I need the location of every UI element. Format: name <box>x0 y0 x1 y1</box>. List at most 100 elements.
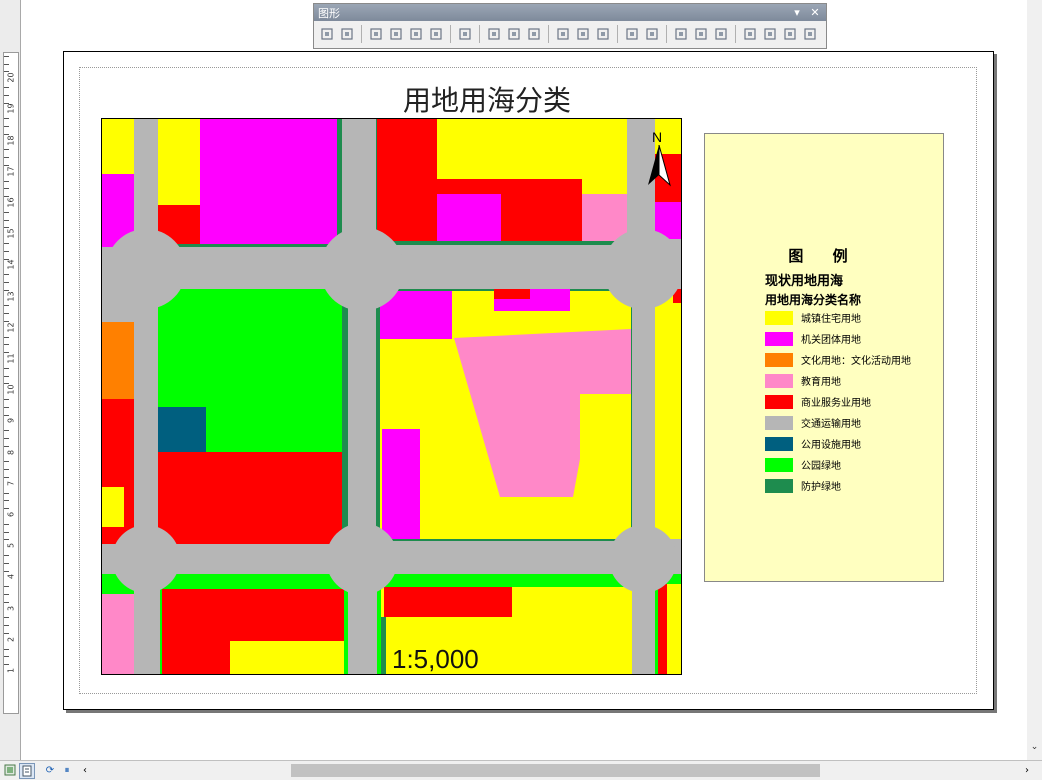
distribute-horizontal-icon[interactable] <box>623 25 641 43</box>
legend-title: 图 例 <box>788 247 860 265</box>
ruler-tick-label: 20 <box>6 72 16 83</box>
ruler-minor-tick <box>4 352 9 354</box>
horizontal-scroll-thumb[interactable] <box>291 764 820 777</box>
bring-to-front-icon[interactable] <box>367 25 385 43</box>
align-center-icon[interactable] <box>505 25 523 43</box>
legend-item[interactable]: 公园绿地 <box>765 457 841 472</box>
refresh-icon[interactable]: ⟳ <box>43 763 57 777</box>
legend-swatch <box>765 352 793 367</box>
scroll-left-button[interactable]: ‹ <box>78 763 92 777</box>
bring-forward-icon[interactable] <box>407 25 425 43</box>
ruler-minor-tick <box>4 336 9 338</box>
rotate-right-icon[interactable] <box>761 25 779 43</box>
ruler-minor-tick <box>4 562 9 564</box>
ungroup-icon[interactable] <box>338 25 356 43</box>
ruler-minor-tick <box>4 500 9 502</box>
ruler-minor-tick <box>4 126 9 127</box>
data-view-icon[interactable] <box>3 763 17 777</box>
toolbar-menu-icon[interactable]: ▾ <box>790 6 804 19</box>
legend-swatch <box>765 373 793 388</box>
ruler-minor-tick <box>4 258 9 260</box>
ruler-minor-tick <box>4 305 9 307</box>
scale-text[interactable]: 1:5,000 <box>392 644 479 674</box>
north-arrow[interactable]: N <box>646 129 672 187</box>
legend-label: 防护绿地 <box>801 482 841 493</box>
legend-swatch <box>765 331 793 346</box>
ruler-minor-tick <box>4 438 9 439</box>
ruler-tick-label: 4 <box>6 574 16 580</box>
ruler-minor-tick <box>4 617 9 619</box>
ruler-minor-tick <box>4 399 9 400</box>
ruler-minor-tick <box>4 461 9 463</box>
ruler-tick-label: 3 <box>6 605 16 611</box>
toolbar-titlebar[interactable]: 图形 ▾ ✕ <box>314 4 826 21</box>
ruler-minor-tick <box>4 219 9 221</box>
ruler-minor-tick <box>4 94 9 96</box>
ruler-minor-tick <box>4 656 9 658</box>
ruler-minor-tick <box>4 445 9 447</box>
ruler-minor-tick <box>4 625 9 627</box>
ruler-minor-tick <box>4 274 9 276</box>
legend-item[interactable]: 城镇住宅用地 <box>765 310 861 325</box>
align-middle-icon[interactable] <box>574 25 592 43</box>
ruler-tick-label: 17 <box>6 166 16 177</box>
legend-swatch <box>765 310 793 325</box>
ruler-minor-tick <box>4 531 9 533</box>
legend-item[interactable]: 教育用地 <box>765 373 841 388</box>
make-same-width-icon[interactable] <box>692 25 710 43</box>
rotate-left-icon[interactable] <box>741 25 759 43</box>
send-backward-icon[interactable] <box>427 25 445 43</box>
ruler-tick-label: 9 <box>6 418 16 424</box>
legend-label: 公用设施用地 <box>801 440 861 451</box>
legend-item[interactable]: 机关团体用地 <box>765 331 861 346</box>
legend[interactable]: 图 例 现状用地用海 用地用海分类名称 城镇住宅用地 机关团体用地 文化用地：文化活… <box>704 133 944 582</box>
legend-label: 城镇住宅用地 <box>801 314 861 325</box>
ruler-minor-tick <box>4 570 9 572</box>
ruler-minor-tick <box>4 289 9 291</box>
legend-item[interactable]: 商业服务业用地 <box>765 394 871 409</box>
layout-view-icon[interactable] <box>19 763 35 779</box>
legend-item[interactable]: 文化用地：文化活动用地 <box>765 352 911 367</box>
ruler-tick-label: 12 <box>6 322 16 333</box>
ruler-minor-tick <box>4 633 9 634</box>
ruler-minor-tick <box>4 165 9 166</box>
group-icon[interactable] <box>318 25 336 43</box>
scroll-right-button[interactable]: › <box>1020 763 1034 777</box>
ruler-minor-tick <box>4 367 9 369</box>
land-use-map <box>102 119 681 674</box>
legend-field-name: 用地用海分类名称 <box>765 293 862 307</box>
distribute-vertical-icon[interactable] <box>643 25 661 43</box>
graphics-toolbar[interactable]: 图形 ▾ ✕ <box>313 3 827 49</box>
align-right-icon[interactable] <box>525 25 543 43</box>
ruler-minor-tick <box>4 157 9 159</box>
send-to-back-icon[interactable] <box>387 25 405 43</box>
make-same-size-icon[interactable] <box>672 25 690 43</box>
toolbar-close-icon[interactable]: ✕ <box>808 6 822 19</box>
align-top-icon[interactable] <box>554 25 572 43</box>
ruler-minor-tick <box>4 102 9 104</box>
flip-vertical-icon[interactable] <box>801 25 819 43</box>
align-bottom-icon[interactable] <box>594 25 612 43</box>
legend-swatch <box>765 478 793 493</box>
ruler-minor-tick <box>4 118 9 120</box>
legend-swatch <box>765 457 793 472</box>
pause-icon[interactable]: ⏸ <box>60 763 74 777</box>
legend-label: 商业服务业用地 <box>801 398 871 409</box>
make-same-height-icon[interactable] <box>712 25 730 43</box>
ruler-minor-tick <box>4 313 9 315</box>
scroll-down-button[interactable]: ⌄ <box>1027 742 1042 757</box>
vertical-scrollbar[interactable]: ⌄ <box>1027 0 1042 760</box>
map-title[interactable]: 用地用海分类 <box>64 79 910 119</box>
align-left-edge-icon[interactable] <box>456 25 474 43</box>
map-frame[interactable]: N 1:5,000 <box>101 118 682 675</box>
align-left-icon[interactable] <box>485 25 503 43</box>
legend-item[interactable]: 交通运输用地 <box>765 415 861 430</box>
bottom-bar: ⟳ ⏸ ‹ › <box>0 760 1042 780</box>
layout-page[interactable]: 用地用海分类 N 1:5,000 图 例 现状用地用海 用地用海分类名称 城镇住… <box>63 51 994 710</box>
flip-horizontal-icon[interactable] <box>781 25 799 43</box>
legend-swatch <box>765 436 793 451</box>
legend-item[interactable]: 公用设施用地 <box>765 436 861 451</box>
toolbar-separator <box>735 25 736 43</box>
ruler-tick-label: 13 <box>6 291 16 302</box>
legend-item[interactable]: 防护绿地 <box>765 478 841 493</box>
